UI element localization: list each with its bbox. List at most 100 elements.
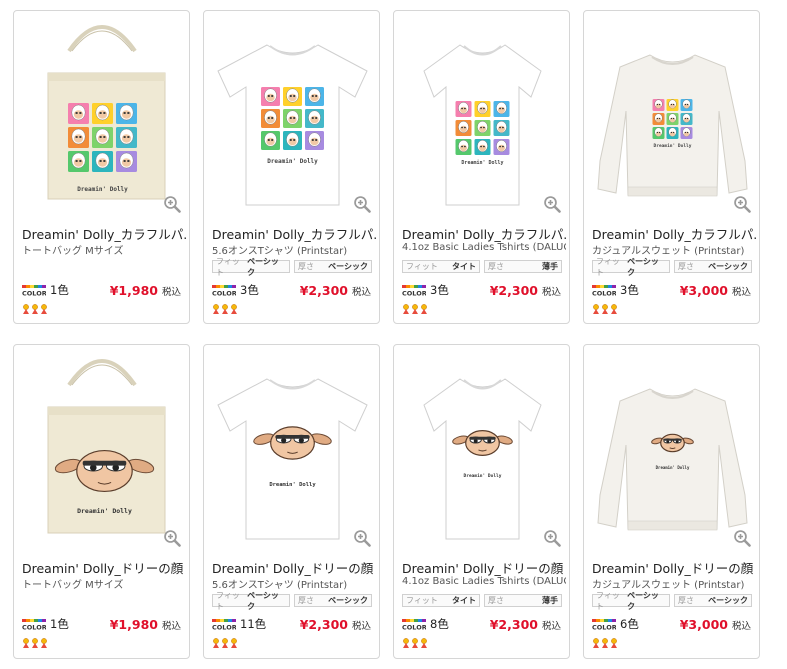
spec-key: フィット: [406, 262, 438, 271]
zoom-icon[interactable]: [733, 195, 751, 213]
spec-key: フィット: [216, 590, 240, 611]
svg-text:COLOR:: COLOR:: [212, 289, 236, 296]
spec-badge: 厚さ ベーシック: [674, 260, 752, 273]
product-title[interactable]: Dreamin' Dolly_カラフルパ...: [592, 224, 756, 243]
color-count-row: COLOR: 6色: [592, 617, 639, 631]
color-count-row: COLOR: 1色: [22, 617, 69, 631]
product-image[interactable]: Dreamin' Dolly: [584, 11, 759, 219]
product-image[interactable]: Dreamin' Dolly: [204, 11, 379, 219]
product-specs: フィット ベーシック 厚さ ベーシック: [592, 257, 752, 277]
product-card[interactable]: Dreamin' Dolly Dreamin' Dolly_ドリーの顔 カジュアルス…: [583, 344, 760, 659]
rating-icon: [41, 304, 47, 314]
product-title[interactable]: Dreamin' Dolly_ドリーの顔: [212, 558, 376, 577]
tax-label: 税込: [541, 287, 561, 298]
product-image[interactable]: Dreamin' Dolly: [14, 345, 189, 553]
spec-key: 厚さ: [488, 596, 504, 605]
product-specs: フィット ベーシック 厚さ ベーシック: [212, 257, 372, 277]
rating-icon: [403, 304, 409, 314]
zoom-icon[interactable]: [353, 195, 371, 213]
color-logo-icon: COLOR:: [22, 284, 46, 296]
spec-value: ベーシック: [627, 590, 659, 611]
svg-text:COLOR:: COLOR:: [22, 623, 46, 630]
price-value: ¥2,300: [299, 617, 348, 632]
price-value: ¥3,000: [679, 617, 728, 632]
zoom-icon[interactable]: [543, 529, 561, 547]
product-card[interactable]: Dreamin' Dolly Dreamin' Dolly_ドリーの顔 5.6オンス…: [203, 344, 380, 659]
product-subtitle: 4.1oz Basic Ladies Tshirts (DALUC): [402, 576, 566, 587]
spec-badge: 厚さ ベーシック: [294, 594, 372, 607]
spec-key: 厚さ: [488, 262, 504, 271]
product-price: ¥2,300 税込: [490, 617, 561, 632]
product-image[interactable]: Dreamin' Dolly: [584, 345, 759, 553]
spec-badge: 厚さ ベーシック: [294, 260, 372, 273]
spec-key: フィット: [216, 256, 240, 277]
product-price: ¥3,000 税込: [680, 617, 751, 632]
spec-value: ベーシック: [708, 596, 748, 605]
product-image[interactable]: Dreamin' Dolly: [394, 345, 569, 553]
tax-label: 税込: [161, 287, 181, 298]
svg-text:COLOR:: COLOR:: [402, 289, 426, 296]
rating-icon: [602, 304, 608, 314]
spec-badge: 厚さ ベーシック: [674, 594, 752, 607]
zoom-icon[interactable]: [163, 195, 181, 213]
spec-value: 薄手: [542, 596, 558, 605]
rating-icon: [412, 304, 418, 314]
rating-icon: [32, 638, 38, 648]
product-card[interactable]: Dreamin' Dolly Dreamin' Dolly_ドリーの顔 トートバッグ…: [13, 344, 190, 659]
rating-icon: [231, 638, 237, 648]
zoom-icon[interactable]: [163, 529, 181, 547]
product-price: ¥2,300 税込: [300, 617, 371, 632]
product-price: ¥2,300 税込: [490, 283, 561, 298]
design-text: Dreamin' Dolly: [77, 507, 132, 515]
color-count: 6色: [620, 617, 639, 631]
zoom-icon[interactable]: [543, 195, 561, 213]
zoom-icon[interactable]: [353, 529, 371, 547]
spec-key: フィット: [596, 590, 620, 611]
tax-label: 税込: [731, 621, 751, 632]
product-specs: フィット タイト 厚さ 薄手: [402, 260, 562, 273]
color-logo-icon: COLOR:: [592, 618, 616, 630]
rating-icon: [41, 638, 47, 648]
product-card[interactable]: Dreamin' Dolly Dreamin' Dolly_カラフルパ... 4.1…: [393, 10, 570, 324]
product-title[interactable]: Dreamin' Dolly_カラフルパ...: [402, 224, 566, 243]
spec-value: ベーシック: [708, 262, 748, 271]
tax-label: 税込: [731, 287, 751, 298]
rating-icons: [592, 638, 618, 648]
product-specs: フィット ベーシック 厚さ ベーシック: [212, 591, 372, 611]
product-image[interactable]: Dreamin' Dolly: [14, 11, 189, 219]
product-specs: フィット ベーシック 厚さ ベーシック: [592, 591, 752, 611]
color-count-row: COLOR: 8色: [402, 617, 449, 631]
color-logo-icon: COLOR:: [212, 284, 236, 296]
spec-badge: フィット タイト: [402, 260, 480, 273]
product-title[interactable]: Dreamin' Dolly_ドリーの顔: [402, 558, 566, 577]
product-card[interactable]: Dreamin' Dolly Dreamin' Dolly_カラフルパ... トート…: [13, 10, 190, 324]
product-title[interactable]: Dreamin' Dolly_ドリーの顔: [22, 558, 186, 577]
rating-icons: [212, 304, 238, 314]
color-count-row: COLOR: 1色: [22, 283, 69, 297]
design-text: Dreamin' Dolly: [461, 160, 503, 166]
product-image[interactable]: Dreamin' Dolly: [394, 11, 569, 219]
spec-value: ベーシック: [328, 596, 368, 605]
zoom-icon[interactable]: [733, 529, 751, 547]
color-logo-icon: COLOR:: [22, 618, 46, 630]
product-specs: フィット タイト 厚さ 薄手: [402, 594, 562, 607]
price-value: ¥2,300: [489, 617, 538, 632]
color-count: 11色: [240, 617, 267, 631]
product-title[interactable]: Dreamin' Dolly_カラフルパ...: [22, 224, 186, 243]
color-count: 1色: [50, 283, 69, 297]
rating-icon: [421, 304, 427, 314]
product-card[interactable]: Dreamin' Dolly Dreamin' Dolly_ドリーの顔 4.1oz …: [393, 344, 570, 659]
product-price: ¥1,980 税込: [110, 617, 181, 632]
product-card[interactable]: Dreamin' Dolly Dreamin' Dolly_カラフルパ... カジュ…: [583, 10, 760, 324]
product-card[interactable]: Dreamin' Dolly Dreamin' Dolly_カラフルパ... 5.6…: [203, 10, 380, 324]
tax-label: 税込: [351, 621, 371, 632]
product-title[interactable]: Dreamin' Dolly_カラフルパ...: [212, 224, 376, 243]
rating-icon: [222, 638, 228, 648]
color-logo-icon: COLOR:: [402, 284, 426, 296]
product-title[interactable]: Dreamin' Dolly_ドリーの顔: [592, 558, 756, 577]
design-text: Dreamin' Dolly: [656, 465, 690, 470]
product-image[interactable]: Dreamin' Dolly: [204, 345, 379, 553]
svg-text:COLOR:: COLOR:: [592, 623, 616, 630]
color-count-row: COLOR: 3色: [212, 283, 259, 297]
product-price: ¥2,300 税込: [300, 283, 371, 298]
